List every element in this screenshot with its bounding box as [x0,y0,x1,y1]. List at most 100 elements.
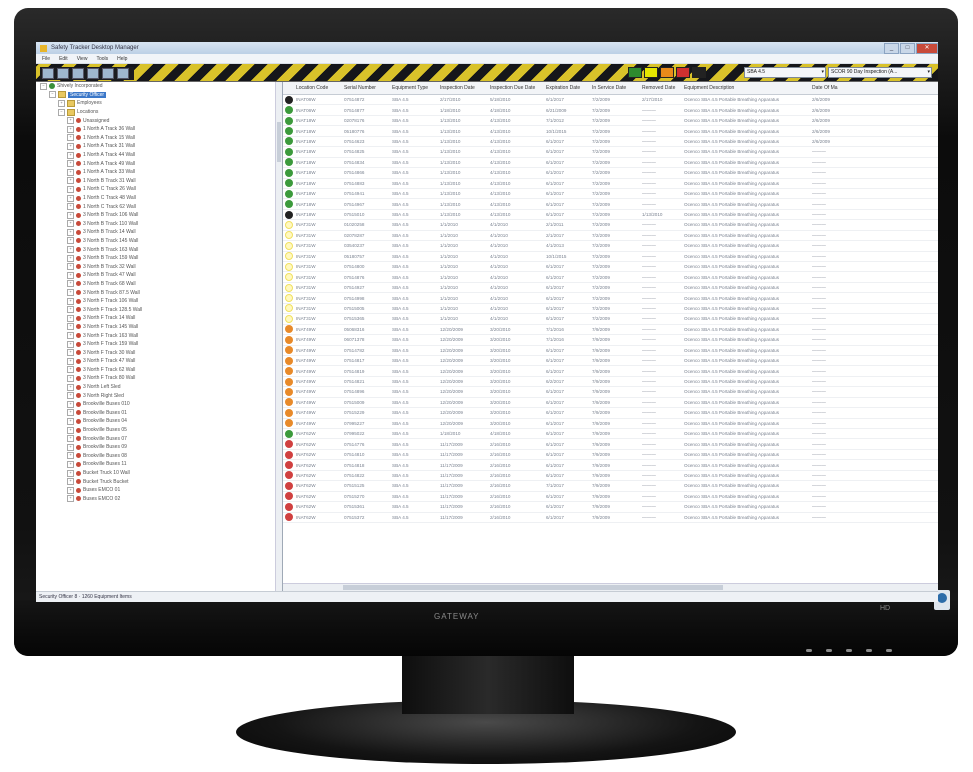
expand-toggle-icon[interactable]: + [67,392,74,400]
status-filter-swatch[interactable] [644,67,658,78]
open-icon[interactable] [57,68,69,79]
print-icon[interactable] [72,68,84,79]
expand-toggle-icon[interactable]: + [67,409,74,417]
tree-item[interactable]: +1 North A Track 36 Wall [36,125,282,134]
column-header[interactable]: Inspection Date [440,85,490,91]
table-row[interactable]: INAT62W 07514776 SBA 4.5 11/17/2009 2/16/201… [283,439,938,450]
minimize-button[interactable]: _ [884,43,899,54]
tree-item[interactable]: +3 North F Track 159 Wall [36,340,282,349]
table-row[interactable]: INAT62W 07515125 SBA 4.5 11/17/2009 2/16/201… [283,481,938,492]
tree-item[interactable]: − Security Officer [36,91,282,100]
expand-toggle-icon[interactable]: + [67,340,74,348]
table-row[interactable]: INAT31W 03540237 SBA 4.5 1/1/2010 4/1/2010 4/… [283,241,938,252]
equipment-type-select[interactable]: SBA 4.5 ▾ [744,67,826,78]
expand-toggle-icon[interactable]: + [67,194,74,202]
tree-item[interactable]: +3 North F Track 163 Wall [36,331,282,340]
menu-help[interactable]: Help [117,56,127,62]
tree-item[interactable]: +1 North C Track 48 Wall [36,194,282,203]
report-icon[interactable] [87,68,99,79]
table-row[interactable]: INAT18W 07514941 SBA 4.5 1/13/2010 4/13/2010… [283,189,938,200]
expand-toggle-icon[interactable]: + [67,117,74,125]
inspection-select[interactable]: SCOR 90 Day Inspection (A... ▾ [828,67,932,78]
close-button[interactable]: ✕ [916,43,938,54]
tree-item[interactable]: +3 North B Track 14 Wall [36,228,282,237]
status-filter-swatch[interactable] [628,67,642,78]
table-row[interactable]: INAT18W 07515010 SBA 4.5 1/13/2010 4/13/2010… [283,210,938,221]
expand-toggle-icon[interactable]: + [67,366,74,374]
table-row[interactable]: INAT18W 07514883 SBA 4.5 1/13/2010 4/13/2010… [283,179,938,189]
table-row[interactable]: INAT18W 07514967 SBA 4.5 1/13/2010 4/13/2010… [283,199,938,210]
tree-item[interactable]: − Locations [36,108,282,117]
new-icon[interactable] [42,68,54,79]
expand-toggle-icon[interactable]: + [67,134,74,142]
tree-item[interactable]: + Bucket Truck Bucket [36,477,282,486]
expand-toggle-icon[interactable]: + [67,460,74,468]
menu-edit[interactable]: Edit [59,56,68,62]
table-row[interactable]: INAT62W 07514818 SBA 4.5 11/17/2009 2/16/201… [283,460,938,471]
column-header[interactable]: Equipment Type [392,85,440,91]
tree-item[interactable]: +3 North B Track 47 Wall [36,271,282,280]
monitor-button[interactable] [826,649,832,652]
table-row[interactable]: INAT31W 01020258 SBA 4.5 1/1/2010 4/1/2010 2/… [283,220,938,231]
tree-item[interactable]: +1 North A Track 15 Wall [36,134,282,143]
tree-item[interactable]: +3 North B Track 106 Wall [36,211,282,220]
tree-item[interactable]: +3 North F Track 30 Wall [36,348,282,357]
table-row[interactable]: INAT62W 07514822 SBA 4.5 11/17/2009 2/16/201… [283,471,938,482]
table-row[interactable]: INAT31W 07514800 SBA 4.5 1/1/2010 4/1/2010 6/… [283,262,938,273]
tree-item[interactable]: + Bucket Truck 10 Wall [36,469,282,478]
tree-item[interactable]: +1 North C Track 26 Wall [36,185,282,194]
tree-item[interactable]: +3 North F Track 62 Wall [36,366,282,375]
tree-item[interactable]: +3 North Right Sled [36,391,282,400]
expand-toggle-icon[interactable]: + [67,443,74,451]
table-row[interactable]: INAT62W 07514810 SBA 4.5 11/17/2009 2/16/201… [283,450,938,461]
table-row[interactable]: INAT49W 07514817 SBA 4.5 12/20/2009 3/20/201… [283,356,938,367]
tree-item[interactable]: + Brookville Buses 08 [36,452,282,461]
table-row[interactable]: INAT49W 07514896 SBA 4.5 12/20/2009 3/20/201… [283,387,938,398]
table-row[interactable]: INAT49W 07514821 SBA 4.5 12/20/2009 3/20/201… [283,377,938,388]
table-row[interactable]: INAT06W 07514877 SBA 4.5 1/18/2010 4/18/2010… [283,105,938,116]
expand-toggle-icon[interactable]: − [49,91,56,99]
expand-toggle-icon[interactable]: + [67,203,74,211]
expand-toggle-icon[interactable]: + [67,374,74,382]
tree-item[interactable]: + Brookville Buses 07 [36,434,282,443]
menu-file[interactable]: File [42,56,50,62]
table-row[interactable]: INAT31W 07514998 SBA 4.5 1/1/2010 4/1/2010 6/… [283,293,938,304]
expand-toggle-icon[interactable]: + [67,220,74,228]
expand-toggle-icon[interactable]: + [67,486,74,494]
expand-toggle-icon[interactable]: + [67,469,74,477]
expand-toggle-icon[interactable]: + [67,314,74,322]
monitor-button[interactable] [866,649,872,652]
table-row[interactable]: INAT49W 07514782 SBA 4.5 12/20/2009 3/20/201… [283,346,938,356]
expand-toggle-icon[interactable]: + [67,349,74,357]
table-row[interactable]: INAT06W 07514872 SBA 4.5 2/17/2010 5/18/2010… [283,95,938,106]
expand-toggle-icon[interactable]: + [67,263,74,271]
tree-item[interactable]: + Brookville Buses 01 [36,409,282,418]
column-header[interactable]: Inspection Due Date [490,85,546,91]
tree-item[interactable]: +1 North B Track 31 Wall [36,177,282,186]
expand-toggle-icon[interactable]: + [67,254,74,262]
table-row[interactable]: INAT62W 07515361 SBA 4.5 11/17/2009 2/16/201… [283,502,938,513]
tree-item[interactable]: +1 North A Track 49 Wall [36,159,282,168]
expand-toggle-icon[interactable]: + [67,125,74,133]
table-row[interactable]: INAT31W 07514876 SBA 4.5 1/1/2010 4/1/2010 6/… [283,272,938,283]
tree-item[interactable]: + Unassigned [36,116,282,125]
status-filter-swatch[interactable] [692,67,706,78]
expand-toggle-icon[interactable]: + [67,478,74,486]
expand-toggle-icon[interactable]: + [67,228,74,236]
tree-item[interactable]: +3 North Left Sled [36,383,282,392]
expand-toggle-icon[interactable]: + [67,177,74,185]
tree-item[interactable]: + Employees [36,99,282,108]
tree-item[interactable]: +3 North F Track 14 Wall [36,314,282,323]
table-row[interactable]: INAT18W 07514825 SBA 4.5 1/13/2010 4/13/2010… [283,147,938,158]
maximize-button[interactable]: □ [900,43,915,54]
settings-icon[interactable] [102,68,114,79]
status-filter-swatch[interactable] [676,67,690,78]
tree-item[interactable]: +3 North F Track 47 Wall [36,357,282,366]
table-row[interactable]: INAT49W 07515009 SBA 4.5 12/20/2009 3/20/201… [283,398,938,409]
expand-toggle-icon[interactable]: + [67,452,74,460]
column-header[interactable]: In Service Date [592,85,642,91]
table-row[interactable]: INAT49W 07514819 SBA 4.5 12/20/2009 3/20/201… [283,366,938,377]
expand-toggle-icon[interactable]: + [67,297,74,305]
expand-toggle-icon[interactable]: + [67,417,74,425]
expand-toggle-icon[interactable]: + [58,99,65,107]
